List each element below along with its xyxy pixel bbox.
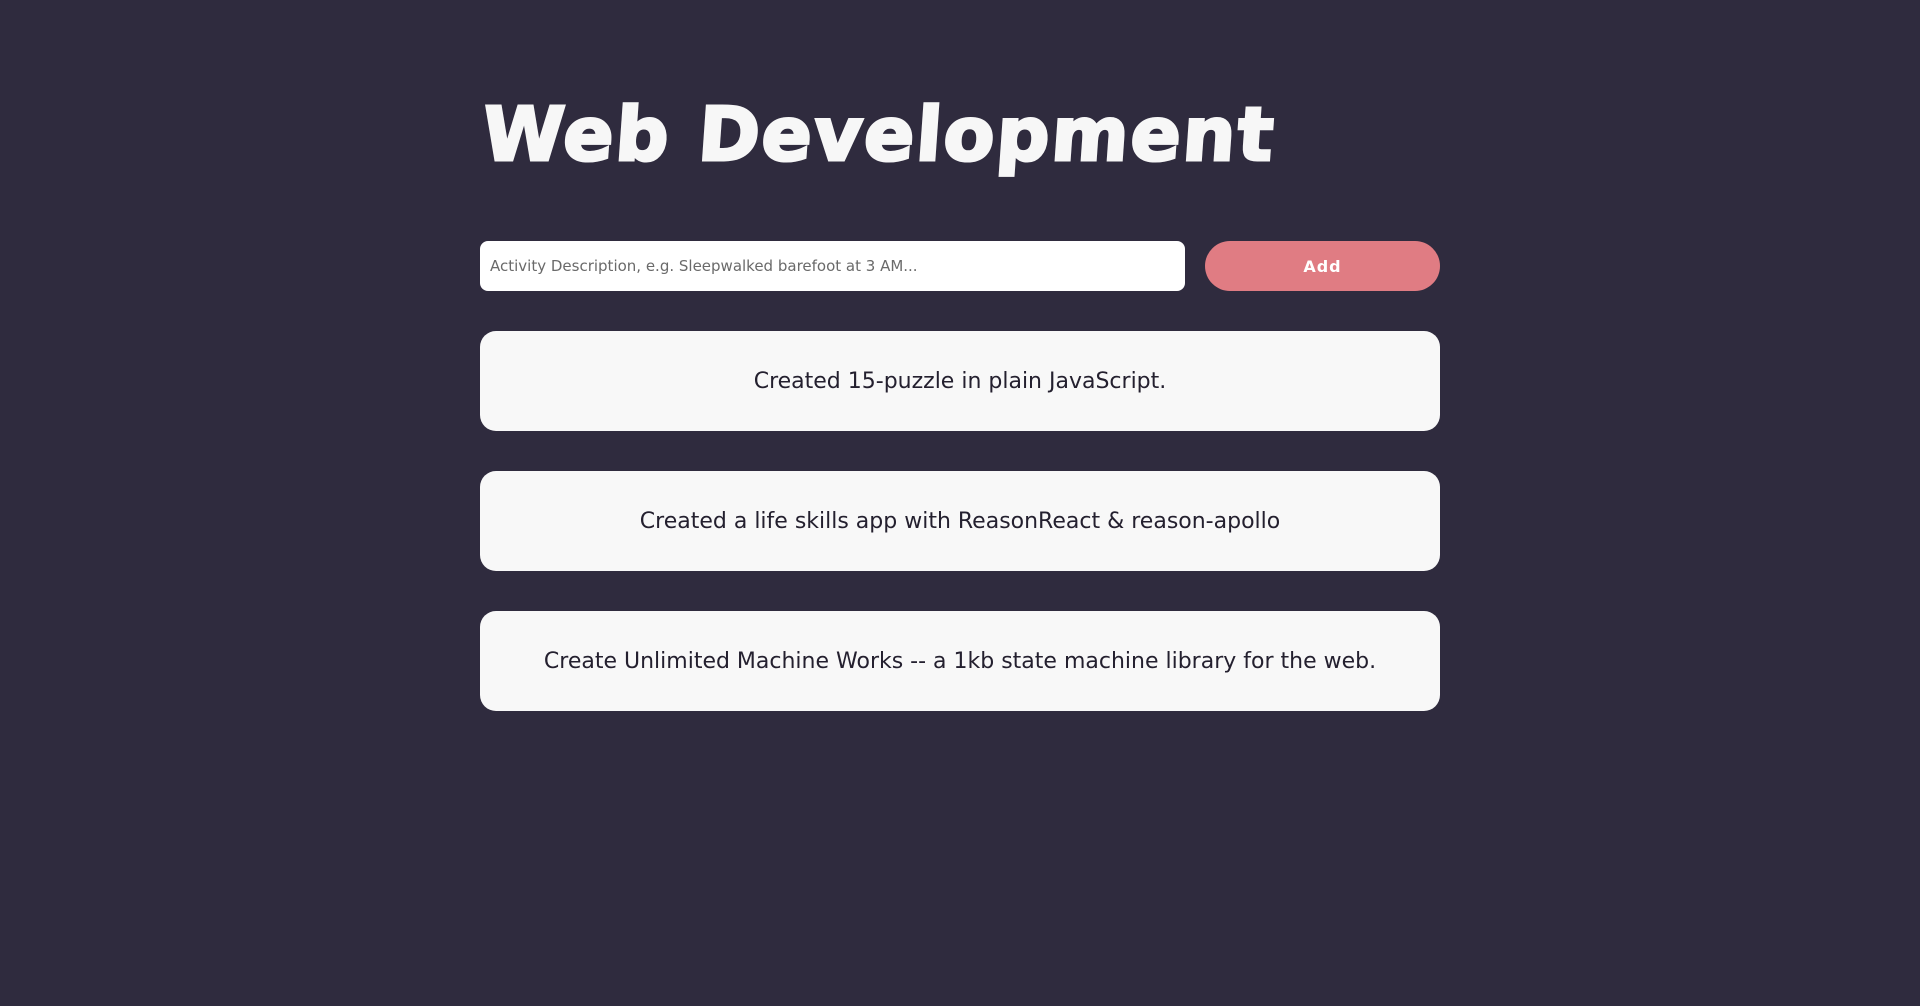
activity-text: Created a life skills app with ReasonRea… — [639, 508, 1281, 534]
activity-card[interactable]: Create Unlimited Machine Works -- a 1kb … — [480, 611, 1440, 711]
activity-card[interactable]: Created a life skills app with ReasonRea… — [480, 471, 1440, 571]
page-title: Web Development — [478, 91, 1279, 180]
activity-list: Created 15-puzzle in plain JavaScript. C… — [480, 331, 1440, 751]
add-activity-form: Add — [480, 241, 1440, 291]
activity-text: Created 15-puzzle in plain JavaScript. — [753, 368, 1167, 394]
activity-card[interactable]: Created 15-puzzle in plain JavaScript. — [480, 331, 1440, 431]
add-button[interactable]: Add — [1205, 241, 1440, 291]
activity-description-input[interactable] — [480, 241, 1185, 291]
activity-text: Create Unlimited Machine Works -- a 1kb … — [543, 648, 1377, 674]
